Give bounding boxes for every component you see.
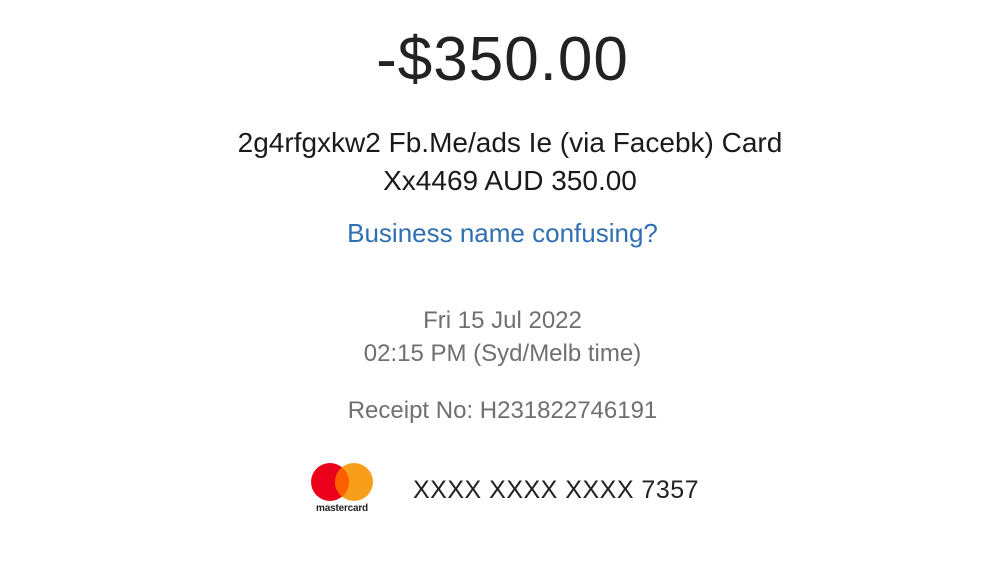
business-name-help-link[interactable]: Business name confusing? — [0, 216, 1005, 250]
receipt-number: Receipt No: H231822746191 — [347, 397, 658, 424]
transaction-description: 2g4rfgxkw2 Fb.Me/ads Ie (via Facebk) Car… — [180, 124, 840, 200]
transaction-date: Fri 15 Jul 2022 — [423, 307, 582, 334]
transaction-amount: -$350.00 — [376, 25, 629, 94]
transaction-time: 02:15 PM (Syd/Melb time) — [363, 340, 642, 367]
description-line-2: Xx4469 AUD 350.00 — [383, 165, 637, 196]
transaction-datetime: Fri 15 Jul 2022 02:15 PM (Syd/Melb time) — [0, 304, 1005, 370]
card-number: XXXX XXXX XXXX 7357 — [413, 476, 700, 504]
mastercard-wordmark: mastercard — [316, 503, 368, 514]
transaction-detail-screen: -$350.00 2g4rfgxkw2 Fb.Me/ads Ie (via Fa… — [0, 0, 1005, 565]
description-line-1: 2g4rfgxkw2 Fb.Me/ads Ie (via Facebk) Car… — [237, 127, 783, 158]
